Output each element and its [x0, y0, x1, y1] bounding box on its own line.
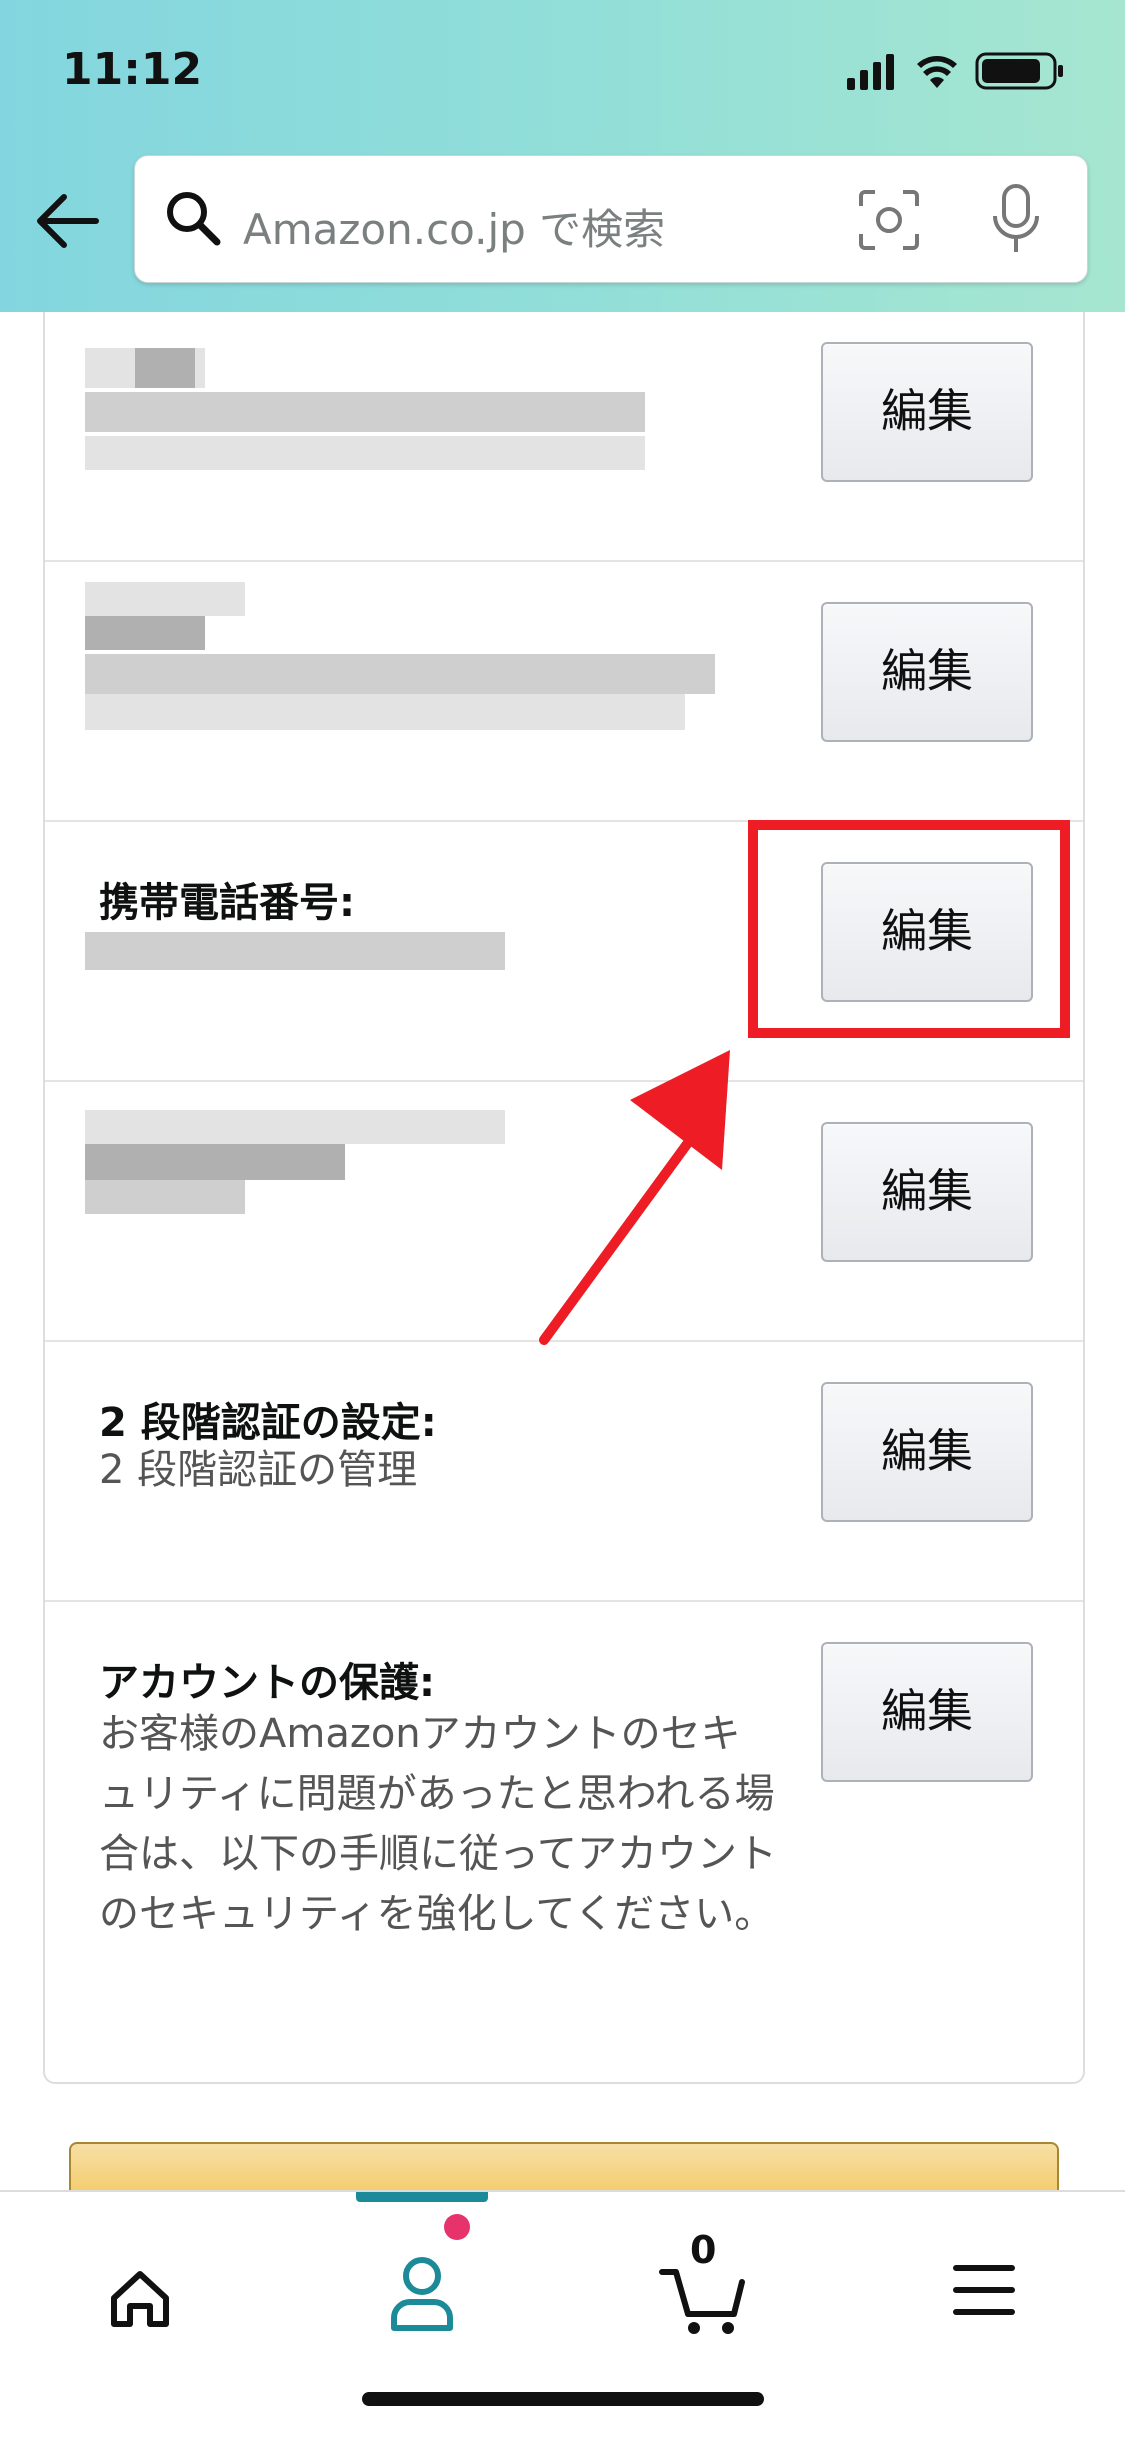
cart-count-badge: 0 — [690, 2228, 717, 2272]
cellular-signal-icon — [847, 54, 894, 90]
account-icon[interactable] — [362, 2232, 482, 2342]
home-indicator — [362, 2392, 764, 2406]
status-time: 11:12 — [62, 44, 203, 95]
active-tab-indicator — [356, 2192, 488, 2202]
search-input[interactable]: Amazon.co.jp で検索 — [243, 196, 665, 257]
settings-row: 編集 — [45, 312, 1083, 562]
back-arrow-icon[interactable] — [34, 186, 104, 256]
two-step-value: 2 段階認証の管理 — [99, 1447, 418, 1493]
settings-row-two-step: 2 段階認証の設定: 2 段階認証の管理 編集 — [45, 1342, 1083, 1602]
account-protection-description: お客様のAmazonアカウントのセキュリティに問題があったと思われる場合は、以下… — [99, 1711, 777, 1937]
redacted-text — [85, 1144, 345, 1180]
redacted-text — [85, 1180, 245, 1214]
edit-two-step-button[interactable]: 編集 — [821, 1382, 1033, 1522]
notification-badge — [444, 2214, 470, 2240]
redacted-text — [135, 348, 195, 388]
edit-button[interactable]: 編集 — [821, 1122, 1033, 1262]
redacted-text — [85, 654, 715, 694]
redacted-text — [85, 616, 205, 650]
settings-row-account-protection: アカウントの保護: お客様のAmazonアカウントのセキュリティに問題があったと… — [45, 1602, 1083, 2080]
home-icon[interactable] — [80, 2232, 200, 2342]
search-bar[interactable]: Amazon.co.jp で検索 — [134, 155, 1088, 283]
settings-row: 編集 — [45, 562, 1083, 822]
camera-icon[interactable] — [857, 188, 921, 252]
edit-button[interactable]: 編集 — [821, 342, 1033, 482]
account-protection-label: アカウントの保護: — [99, 1660, 435, 1706]
edit-account-protection-button[interactable]: 編集 — [821, 1642, 1033, 1782]
redacted-text — [85, 436, 645, 470]
menu-icon[interactable] — [924, 2232, 1044, 2342]
redacted-phone-number — [85, 932, 505, 970]
highlight-annotation-box — [748, 820, 1070, 1038]
app-header: 11:12 Amazon.co.jp で検索 — [0, 0, 1125, 312]
wifi-icon — [917, 56, 957, 88]
search-icon — [167, 192, 221, 246]
redacted-text — [85, 582, 245, 616]
status-icons — [847, 52, 1063, 90]
mobile-phone-label: 携帯電話番号: — [99, 880, 355, 926]
redacted-text — [85, 392, 645, 432]
battery-icon — [975, 52, 1063, 90]
redacted-text — [85, 1110, 505, 1144]
edit-button[interactable]: 編集 — [821, 602, 1033, 742]
redacted-text — [85, 694, 685, 730]
microphone-icon[interactable] — [991, 184, 1041, 256]
annotation-arrow-icon — [539, 1050, 730, 1345]
